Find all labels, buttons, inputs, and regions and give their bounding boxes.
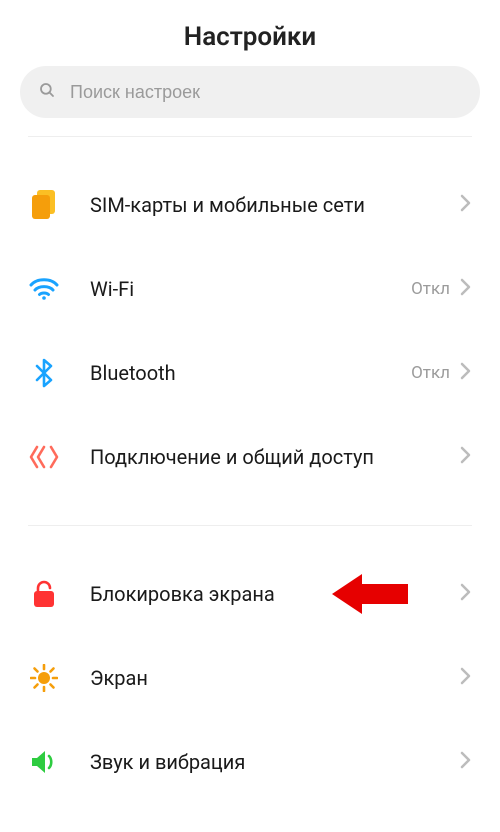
row-display[interactable]: Экран [0, 636, 500, 720]
row-lock-screen[interactable]: Блокировка экрана [0, 552, 500, 636]
bluetooth-icon [28, 357, 60, 389]
row-tether[interactable]: Подключение и общий доступ [0, 415, 500, 499]
row-wifi[interactable]: Wi-Fi Откл [0, 247, 500, 331]
row-status: Откл [411, 363, 450, 383]
chevron-right-icon [460, 666, 472, 690]
row-label: Экран [90, 666, 460, 690]
page-title: Настройки [0, 0, 500, 66]
search-input[interactable] [70, 82, 462, 103]
row-label: Wi-Fi [90, 277, 411, 301]
search-container [0, 66, 500, 136]
row-label: Звук и вибрация [90, 750, 460, 774]
chevron-right-icon [460, 193, 472, 217]
chevron-right-icon [460, 361, 472, 385]
row-label: SIM-карты и мобильные сети [90, 193, 460, 217]
lock-icon [28, 578, 60, 610]
speaker-icon [28, 746, 60, 778]
row-bluetooth[interactable]: Bluetooth Откл [0, 331, 500, 415]
row-label: Блокировка экрана [90, 582, 460, 606]
chevron-right-icon [460, 445, 472, 469]
search-bar[interactable] [20, 66, 480, 118]
chevron-right-icon [460, 277, 472, 301]
tether-icon [28, 441, 60, 473]
row-status: Откл [411, 279, 450, 299]
wifi-icon [28, 273, 60, 305]
row-notifications[interactable]: Уведомления [0, 804, 500, 832]
settings-screen: Настройки SIM-карты и мобильные сети [0, 0, 500, 832]
row-label: Bluetooth [90, 361, 411, 385]
chevron-right-icon [460, 582, 472, 606]
sim-card-icon [28, 189, 60, 221]
row-sim[interactable]: SIM-карты и мобильные сети [0, 163, 500, 247]
row-sound[interactable]: Звук и вибрация [0, 720, 500, 804]
chevron-right-icon [460, 750, 472, 774]
row-label: Подключение и общий доступ [90, 445, 460, 469]
sun-icon [28, 662, 60, 694]
search-icon [38, 81, 56, 103]
